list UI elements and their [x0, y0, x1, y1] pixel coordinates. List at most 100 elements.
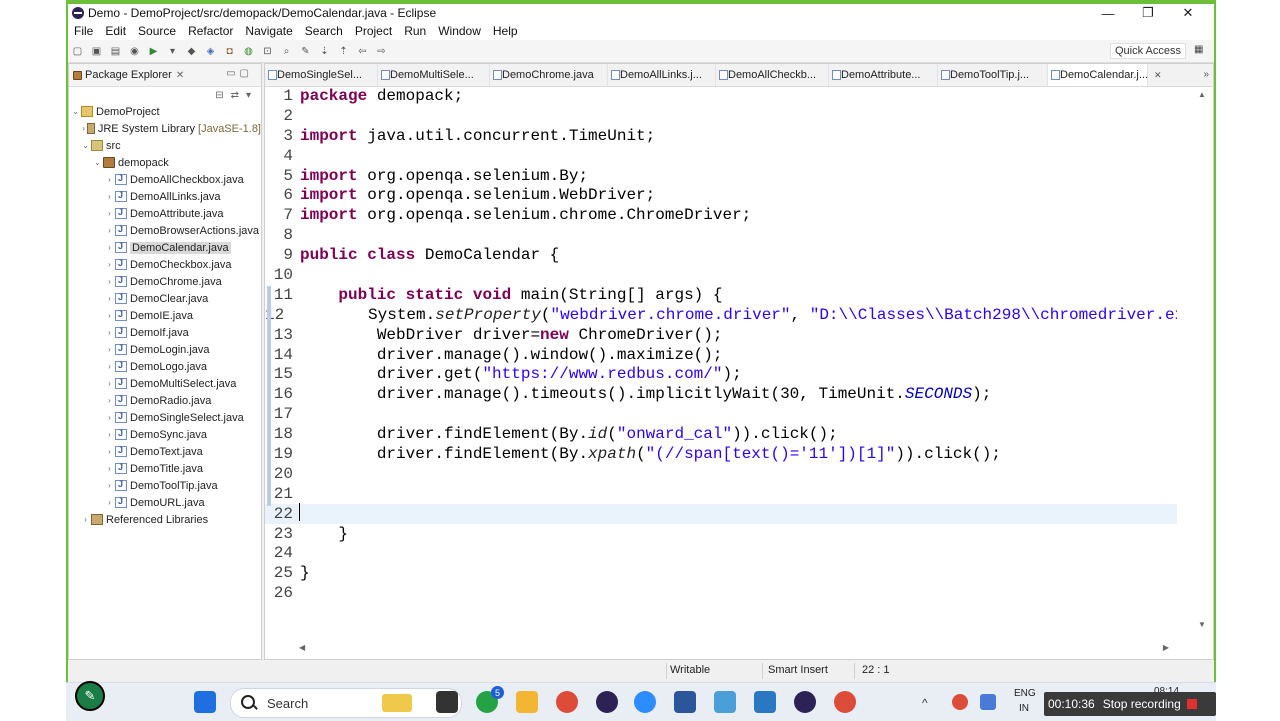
code-line[interactable]: 9 public class DemoCalendar {: [265, 245, 1177, 265]
code-line[interactable]: 22: [265, 503, 1177, 524]
tree-file[interactable]: › DemoIE.java: [69, 307, 261, 324]
menu-navigate[interactable]: Navigate: [239, 24, 298, 38]
tree-file[interactable]: › DemoText.java: [69, 443, 261, 460]
code-line[interactable]: 12 System. setProperty("webdriver.chrome.…: [265, 305, 1177, 325]
tree-file[interactable]: › DemoClear.java: [69, 290, 261, 307]
code-line[interactable]: 10: [265, 265, 1177, 285]
tree-file[interactable]: › DemoLogin.java: [69, 341, 261, 358]
menu-window[interactable]: Window: [432, 24, 487, 38]
stop-square-icon[interactable]: [1186, 699, 1197, 709]
tree-file[interactable]: › DemoTitle.java: [69, 460, 261, 477]
new-java-project-icon[interactable]: ◈: [204, 45, 217, 58]
editor-tab[interactable]: DemoAllLinks.j...: [608, 64, 716, 86]
perspective-icon[interactable]: ▦: [1194, 44, 1206, 56]
tree-project[interactable]: ⌄ DemoProject: [69, 103, 261, 120]
collapse-arrow-icon[interactable]: ›: [81, 515, 90, 524]
collapse-arrow-icon[interactable]: ›: [105, 362, 114, 371]
annotation-icon[interactable]: ✎: [299, 45, 312, 58]
tree-file[interactable]: › DemoChrome.java: [69, 273, 261, 290]
word-icon[interactable]: [674, 691, 696, 713]
collapse-arrow-icon[interactable]: ›: [105, 447, 114, 456]
scroll-up-icon[interactable]: ▲: [1198, 90, 1206, 99]
tray-mic-icon[interactable]: [980, 694, 996, 710]
tree-src-folder[interactable]: ⌄ src: [69, 137, 261, 154]
chrome-icon-2[interactable]: [834, 691, 856, 713]
code-line[interactable]: 26: [265, 583, 1177, 603]
chrome-icon[interactable]: [556, 691, 578, 713]
tree-referenced-libraries[interactable]: › Referenced Libraries: [69, 511, 261, 528]
close-view-icon[interactable]: ✕: [176, 70, 184, 81]
new-package-icon[interactable]: ◘: [223, 45, 236, 58]
taskbar-search[interactable]: Search: [230, 688, 462, 718]
code-line[interactable]: 14 driver.manage().window().maximize();: [265, 345, 1177, 365]
menu-project[interactable]: Project: [349, 24, 398, 38]
search-tool-icon[interactable]: ⌕: [280, 45, 293, 58]
collapse-arrow-icon[interactable]: ›: [105, 498, 114, 507]
link-with-editor-icon[interactable]: ⇄: [231, 90, 239, 101]
menu-run[interactable]: Run: [398, 24, 432, 38]
collapse-arrow-icon[interactable]: ›: [105, 345, 114, 354]
editor-tab[interactable]: DemoAllCheckb...: [716, 64, 829, 86]
code-line[interactable]: 13 WebDriver driver= new ChromeDriver();: [265, 325, 1177, 345]
menu-help[interactable]: Help: [487, 24, 524, 38]
view-menu-icon[interactable]: ▾: [246, 90, 251, 101]
tree-file[interactable]: › DemoAllLinks.java: [69, 188, 261, 205]
collapse-arrow-icon[interactable]: ›: [105, 328, 114, 337]
code-line[interactable]: 8: [265, 225, 1177, 245]
collapse-arrow-icon[interactable]: ›: [105, 243, 114, 252]
previous-annotation-icon[interactable]: ⇡: [337, 45, 350, 58]
new-class-icon[interactable]: ◍: [242, 45, 255, 58]
tree-file[interactable]: › DemoURL.java: [69, 494, 261, 511]
debug-icon[interactable]: ◉: [128, 45, 141, 58]
zoom-icon[interactable]: [634, 691, 656, 713]
input-region[interactable]: IN: [1019, 703, 1029, 714]
open-type-icon[interactable]: ⊡: [261, 45, 274, 58]
task-view-icon[interactable]: [436, 691, 458, 713]
run-dropdown-icon[interactable]: ▾: [166, 45, 179, 58]
code-line[interactable]: 6 import org.openqa.selenium.WebDriver;: [265, 185, 1177, 205]
back-icon[interactable]: ⇦: [356, 45, 369, 58]
collapse-all-icon[interactable]: ⊟: [215, 90, 223, 101]
collapse-arrow-icon[interactable]: ›: [105, 192, 114, 201]
notepad-icon[interactable]: [754, 691, 776, 713]
tree-file[interactable]: › DemoToolTip.java: [69, 477, 261, 494]
code-line[interactable]: 24: [265, 543, 1177, 563]
code-line[interactable]: 7 import org.openqa.selenium.chrome.Chrom…: [265, 205, 1177, 225]
vertical-scrollbar[interactable]: ▲ ▼: [1195, 86, 1209, 631]
menu-refactor[interactable]: Refactor: [182, 24, 239, 38]
collapse-arrow-icon[interactable]: ›: [105, 379, 114, 388]
collapse-arrow-icon[interactable]: ›: [105, 311, 114, 320]
editor-tab[interactable]: DemoAttribute...: [829, 64, 938, 86]
package-explorer-tab[interactable]: Package Explorer ✕ ▭▢: [69, 64, 261, 87]
tray-chevron-up-icon[interactable]: ^: [922, 696, 934, 710]
collapse-arrow-icon[interactable]: ›: [81, 124, 86, 133]
tab-overflow-icon[interactable]: »: [1203, 69, 1209, 80]
save-icon[interactable]: ▣: [90, 45, 103, 58]
next-annotation-icon[interactable]: ⇣: [318, 45, 331, 58]
quick-access-field[interactable]: Quick Access: [1109, 43, 1186, 59]
expand-arrow-icon[interactable]: ⌄: [81, 141, 90, 150]
tree-file[interactable]: › DemoRadio.java: [69, 392, 261, 409]
pen-tool-icon[interactable]: ✎: [75, 681, 105, 711]
collapse-arrow-icon[interactable]: ›: [105, 260, 114, 269]
collapse-arrow-icon[interactable]: ›: [105, 413, 114, 422]
code-line[interactable]: 18 driver.findElement(By. id("onward_cal"…: [265, 424, 1177, 444]
code-line[interactable]: 19 driver.findElement(By. xpath("(//span[…: [265, 444, 1177, 464]
code-line[interactable]: 1 package demopack;: [265, 86, 1177, 106]
menu-file[interactable]: File: [68, 24, 99, 38]
code-line[interactable]: 15 driver.get("https://www.redbus.com/")…: [265, 364, 1177, 384]
view-minimize-maximize-icons[interactable]: ▭▢: [226, 68, 253, 79]
collapse-arrow-icon[interactable]: ›: [105, 226, 114, 235]
run-icon[interactable]: ▶: [147, 45, 160, 58]
collapse-arrow-icon[interactable]: ›: [105, 277, 114, 286]
tree-file[interactable]: › DemoMultiSelect.java: [69, 375, 261, 392]
input-language[interactable]: ENG: [1014, 688, 1036, 699]
stop-recording-button[interactable]: Stop recording: [1103, 697, 1181, 711]
scroll-left-icon[interactable]: ◀: [299, 643, 305, 652]
start-icon[interactable]: [194, 691, 216, 713]
code-line[interactable]: 16 driver.manage().timeouts().implicitly…: [265, 384, 1177, 404]
menu-search[interactable]: Search: [299, 24, 349, 38]
tree-file[interactable]: › DemoIf.java: [69, 324, 261, 341]
menu-source[interactable]: Source: [132, 24, 182, 38]
forward-icon[interactable]: ⇨: [375, 45, 388, 58]
